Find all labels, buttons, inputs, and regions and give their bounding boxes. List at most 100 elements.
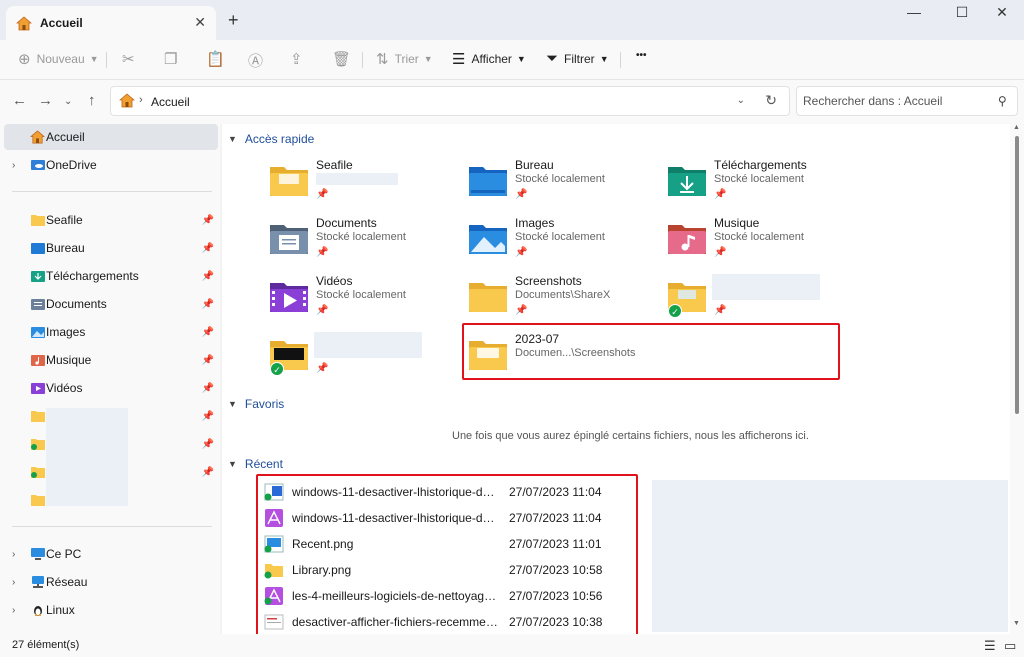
folder-icon	[31, 215, 45, 226]
item-location: Stocké localement	[714, 173, 804, 185]
pin-icon[interactable]: 📌	[202, 467, 214, 478]
new-button[interactable]: ⊕ Nouveau ▼	[18, 50, 99, 68]
minimize-button[interactable]: —	[894, 4, 934, 24]
sidebar-item-musique[interactable]: Musique 📌	[4, 347, 218, 373]
chevron-right-icon[interactable]: ›	[12, 549, 15, 560]
quick-access-item-images[interactable]: Images Stocké localement 📌	[469, 216, 659, 268]
pin-icon[interactable]: 📌	[202, 327, 214, 338]
section-favorites[interactable]: ▼ Favoris	[228, 397, 284, 411]
sort-button[interactable]: ⇅ Trier ▼	[376, 50, 433, 68]
status-bar: 27 élément(s) ☰ ▭	[0, 634, 1024, 657]
tab-close-icon[interactable]: ✕	[194, 14, 206, 31]
forward-arrow-icon[interactable]: →	[38, 92, 53, 109]
toolbar-divider	[620, 52, 621, 68]
quick-access-item-redacted[interactable]: ✓ 📌	[270, 332, 460, 384]
onedrive-folder-icon	[31, 160, 45, 170]
pin-icon[interactable]: 📌	[202, 271, 214, 282]
pin-icon[interactable]: 📌	[202, 215, 214, 226]
sync-check-icon: ✓	[668, 304, 682, 318]
sidebar-item-images[interactable]: Images 📌	[4, 319, 218, 345]
tiles-view-icon[interactable]: ▭	[1004, 638, 1016, 654]
address-bar[interactable]: › Accueil ⌄ ↻	[110, 86, 790, 116]
download-folder-icon	[668, 167, 706, 196]
maximize-button[interactable]: ☐	[942, 4, 982, 24]
item-location: Stocké localement	[515, 231, 605, 243]
annotation-highlight-box	[256, 474, 638, 636]
details-view-icon[interactable]: ☰	[984, 638, 996, 654]
scroll-up-icon[interactable]: ▲	[1013, 124, 1020, 131]
pin-icon[interactable]: 📌	[202, 355, 214, 366]
redacted-area	[46, 408, 128, 506]
copy-button[interactable]: ❐	[164, 50, 183, 68]
search-icon[interactable]: ⚲	[998, 94, 1007, 108]
sort-button-label: Trier	[394, 52, 419, 66]
navigation-pane: Accueil › OneDrive Seafile 📌 Bureau 📌 Té…	[0, 124, 220, 634]
up-arrow-icon[interactable]: ↑	[88, 92, 96, 109]
redacted-area	[652, 480, 1008, 632]
address-dropdown-icon[interactable]: ⌄	[737, 95, 745, 106]
section-recent[interactable]: ▼ Récent	[228, 457, 283, 471]
pin-icon[interactable]: 📌	[202, 439, 214, 450]
chevron-right-icon[interactable]: ›	[12, 577, 15, 588]
toolbar-divider	[106, 52, 107, 68]
scrollbar-thumb[interactable]	[1015, 136, 1019, 414]
chevron-down-icon: ▼	[89, 54, 99, 64]
delete-button[interactable]: 🗑	[332, 50, 357, 68]
quick-access-item-documents[interactable]: Documents Stocké localement 📌	[270, 216, 460, 268]
paste-button[interactable]: 📋	[206, 50, 231, 68]
chevron-right-icon[interactable]: ›	[12, 160, 15, 171]
back-arrow-icon[interactable]: ←	[12, 92, 27, 109]
sidebar-item-videos[interactable]: Vidéos 📌	[4, 375, 218, 401]
section-title: Récent	[244, 457, 283, 471]
recent-locations-chevron-icon[interactable]: ⌄	[64, 96, 72, 107]
music-folder-icon	[668, 225, 706, 254]
pin-icon[interactable]: 📌	[202, 299, 214, 310]
breadcrumb-chevron-icon: ›	[139, 94, 143, 106]
more-options-button[interactable]: •••	[636, 50, 647, 61]
title-bar: Accueil ✕ + — ☐ ✕	[0, 0, 1024, 40]
pin-icon[interactable]: 📌	[202, 383, 214, 394]
sidebar-item-seafile[interactable]: Seafile 📌	[4, 207, 218, 233]
pin-icon: 📌	[714, 305, 727, 316]
sidebar-item-linux[interactable]: › Linux	[4, 597, 218, 623]
tab-accueil[interactable]: Accueil ✕	[6, 6, 216, 40]
sidebar-item-documents[interactable]: Documents 📌	[4, 291, 218, 317]
quick-access-item-screenshots[interactable]: Screenshots Documents\ShareX 📌	[469, 274, 659, 326]
sidebar-item-bureau[interactable]: Bureau 📌	[4, 235, 218, 261]
close-window-button[interactable]: ✕	[982, 4, 1022, 24]
sidebar-item-ce-pc[interactable]: › Ce PC	[4, 541, 218, 567]
filter-button[interactable]: ⏷ Filtrer ▼	[546, 50, 609, 67]
linux-penguin-icon	[34, 606, 42, 616]
pin-icon[interactable]: 📌	[202, 243, 214, 254]
quick-access-item-seafile[interactable]: Seafile 📌	[270, 158, 460, 210]
chevron-right-icon[interactable]: ›	[12, 605, 15, 616]
sidebar-item-label: Bureau	[46, 241, 85, 255]
sidebar-item-telechargements[interactable]: Téléchargements 📌	[4, 263, 218, 289]
section-quick-access[interactable]: ▼ Accès rapide	[228, 132, 314, 146]
quick-access-item-videos[interactable]: Vidéos Stocké localement 📌	[270, 274, 460, 326]
share-button[interactable]: ⇪	[290, 50, 309, 68]
quick-access-item-bureau[interactable]: Bureau Stocké localement 📌	[469, 158, 659, 210]
new-tab-button[interactable]: +	[228, 10, 239, 31]
view-button[interactable]: ☰ Afficher ▼	[452, 50, 526, 68]
section-title: Favoris	[244, 397, 285, 411]
scroll-down-icon[interactable]: ▼	[1013, 620, 1020, 627]
rename-button[interactable]: Ⓐ	[248, 50, 269, 71]
content-pane: ▼ Accès rapide Seafile 📌 Bureau Stocké l…	[222, 124, 1010, 636]
sidebar-item-reseau[interactable]: › Réseau	[4, 569, 218, 595]
pin-icon: 📌	[714, 189, 727, 200]
breadcrumb-accueil[interactable]: Accueil	[151, 95, 190, 109]
item-name: Bureau	[515, 158, 554, 172]
sidebar-item-onedrive[interactable]: › OneDrive	[4, 152, 218, 178]
refresh-icon[interactable]: ↻	[765, 92, 777, 109]
pin-icon[interactable]: 📌	[202, 411, 214, 422]
quick-access-item-telechargements[interactable]: Téléchargements Stocké localement 📌	[668, 158, 858, 210]
search-input[interactable]	[796, 86, 1018, 116]
quick-access-item-redacted[interactable]: ✓ 📌	[668, 274, 858, 326]
sidebar-item-accueil[interactable]: Accueil	[4, 124, 218, 150]
quick-access-item-musique[interactable]: Musique Stocké localement 📌	[668, 216, 858, 268]
vertical-scrollbar[interactable]: ▲ ▼	[1010, 124, 1024, 634]
folder-icon	[469, 283, 507, 312]
sidebar-item-label: Seafile	[46, 213, 83, 227]
cut-button[interactable]: ✂	[122, 50, 141, 68]
